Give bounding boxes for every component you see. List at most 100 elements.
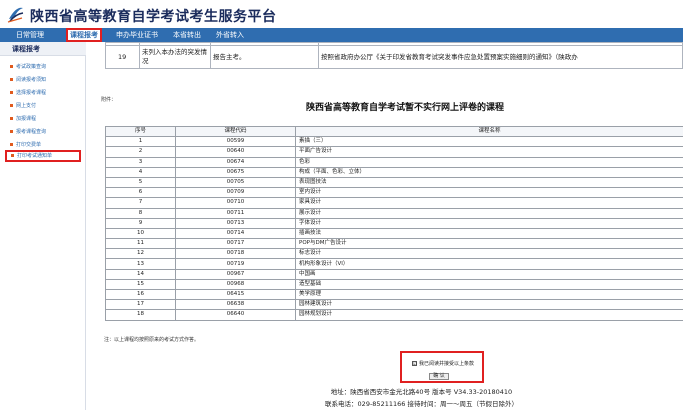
prev-table-situation: 未列入本办法的突发情 (142, 48, 207, 56)
top-nav: 日常管理 课程报考 申办毕业证书 本省转出 外省转入 (0, 28, 683, 42)
bullet-icon (10, 143, 13, 146)
course-number: 9 (105, 217, 176, 229)
course-number: 13 (105, 258, 176, 270)
table-row: 11 00717 POP与DM广告设计 (105, 238, 683, 250)
table-row: 5 00705 表现图技法 (105, 176, 683, 189)
confirm-button[interactable]: 确 认 (429, 373, 449, 380)
course-number: 16 (105, 288, 176, 301)
course-code: 00718 (175, 248, 296, 260)
course-code: 06415 (175, 288, 296, 301)
sidebar-item-label: 加报课程 (16, 116, 37, 122)
footer-contact: 联系电话：029-85211166 接待时间：周一～周五（节假日除外） (325, 400, 518, 408)
prev-table-basis: 按照省政府办公厅《关于印发省教育考试突发事件应急处置预案实施细则的通知》（陕政办 (321, 53, 578, 61)
sidebar-item-online-payment[interactable]: 网上支付 (10, 101, 36, 111)
course-name: 字体设计 (295, 217, 683, 229)
sidebar-item-label: 打印交费单 (16, 142, 42, 148)
bullet-icon (10, 104, 13, 107)
table-row: 2 00640 平面广告设计 (105, 146, 683, 158)
table-row: 4 00675 构成（平面、色彩、立体） (105, 166, 683, 178)
nav-daily-management[interactable]: 日常管理 (2, 28, 58, 42)
course-name: 展示设计 (295, 207, 683, 219)
course-table: 序号 课程代码 课程名称 1 00599 素描（三） 2 00640 平面广告设计 30… (105, 125, 683, 321)
course-code: 00675 (175, 166, 296, 178)
nav-course-registration[interactable]: 课程报考 (66, 28, 102, 42)
table-row: 12 00718 标志设计 (105, 248, 683, 260)
course-number: 14 (105, 268, 176, 280)
agree-label: 我已阅读并接受以上条款 (419, 361, 475, 367)
agreement-box: ☑ 我已阅读并接受以上条款 确 认 (400, 351, 484, 383)
table-row: 1 00599 素描（三） (105, 136, 683, 148)
course-name: 色彩 (295, 156, 683, 168)
course-code: 00968 (175, 278, 296, 291)
table-row: 8 00711 展示设计 (105, 207, 683, 219)
course-code: 00713 (175, 217, 296, 229)
course-code: 06638 (175, 299, 296, 311)
course-code: 00967 (175, 268, 296, 280)
course-name: POP与DM广告设计 (295, 238, 683, 250)
sidebar-item-select-courses[interactable]: 选择报考课程 (10, 88, 46, 98)
table-row: 10 00714 插画技法 (105, 227, 683, 240)
course-code: 00719 (175, 258, 296, 270)
bullet-icon (10, 91, 13, 94)
course-number: 17 (105, 299, 176, 311)
site-header: 陕西省高等教育自学考试考生服务平台 (0, 0, 683, 28)
column-header: 课程代码 (175, 125, 296, 138)
table-row: 14 00967 中国画 (105, 268, 683, 280)
table-title: 陕西省高等教育自学考试暂不实行网上评卷的课程 (305, 103, 504, 113)
sidebar-item-print-exam-notice[interactable]: 打印考试通知单 (5, 150, 81, 162)
course-name: 园林规划设计 (295, 309, 683, 321)
sidebar-item-exam-policy[interactable]: 考试政策查询 (10, 62, 46, 72)
course-code: 00599 (175, 136, 296, 148)
sidebar-item-label: 网上支付 (16, 103, 37, 109)
site-title: 陕西省高等教育自学考试考生服务平台 (30, 9, 277, 25)
bullet-icon (10, 78, 13, 81)
course-name: 构成（平面、色彩、立体） (295, 166, 683, 178)
prev-table-action: 报告主考。 (213, 53, 246, 61)
course-name: 标志设计 (295, 248, 683, 260)
bullet-icon (10, 130, 13, 133)
column-header: 序号 (105, 125, 176, 138)
course-name: 中国画 (295, 268, 683, 280)
course-name: 家具设计 (295, 197, 683, 209)
course-name: 素描（三） (295, 136, 683, 148)
course-number: 18 (105, 309, 176, 321)
sidebar-title: 课程报考 (0, 42, 86, 56)
sidebar-item-label: 报考课程查询 (16, 129, 47, 135)
prev-table-row-number: 19 (118, 53, 127, 61)
course-name: 平面广告设计 (295, 146, 683, 158)
course-code: 00709 (175, 187, 296, 199)
column-header: 课程名称 (295, 125, 683, 138)
course-number: 6 (105, 187, 176, 199)
sidebar-item-read-notice[interactable]: 阅读报考须知 (10, 75, 46, 85)
course-number: 3 (105, 156, 176, 168)
sidebar-item-label: 选择报考课程 (16, 90, 47, 96)
course-number: 2 (105, 146, 176, 158)
table-row: 7 00710 家具设计 (105, 197, 683, 209)
sidebar: 课程报考 考试政策查询 阅读报考须知 选择报考课程 网上支付 加报课程 报考课程… (0, 42, 86, 410)
table-note: 注：以上课程均按照原来的考试方式作答。 (104, 337, 200, 343)
course-number: 8 (105, 207, 176, 219)
sidebar-item-query-courses[interactable]: 报考课程查询 (10, 127, 46, 137)
course-code: 00711 (175, 207, 296, 219)
prev-table-border (139, 42, 140, 69)
table-row: 9 00713 字体设计 (105, 217, 683, 229)
prev-table-border (210, 42, 211, 69)
course-code: 00717 (175, 238, 296, 250)
course-number: 11 (105, 238, 176, 250)
nav-graduation-certificate[interactable]: 申办毕业证书 (108, 28, 166, 42)
nav-transfer-in[interactable]: 外省转入 (208, 28, 252, 42)
nav-transfer-out[interactable]: 本省转出 (166, 28, 208, 42)
course-code: 00705 (175, 176, 296, 189)
sidebar-item-label: 考试政策查询 (16, 64, 47, 70)
sidebar-item-label: 打印考试通知单 (17, 153, 53, 159)
course-name: 表现图技法 (295, 176, 683, 189)
course-name: 造型基础 (295, 278, 683, 291)
sidebar-item-add-courses[interactable]: 加报课程 (10, 114, 36, 124)
table-row: 15 00968 造型基础 (105, 278, 683, 291)
sidebar-item-print-payment[interactable]: 打印交费单 (10, 140, 41, 150)
bullet-icon (10, 117, 13, 120)
course-number: 15 (105, 278, 176, 291)
agree-checkbox[interactable]: ☑ (412, 361, 417, 366)
table-row: 16 06415 美学原理 (105, 288, 683, 301)
table-row: 3 00674 色彩 (105, 156, 683, 168)
